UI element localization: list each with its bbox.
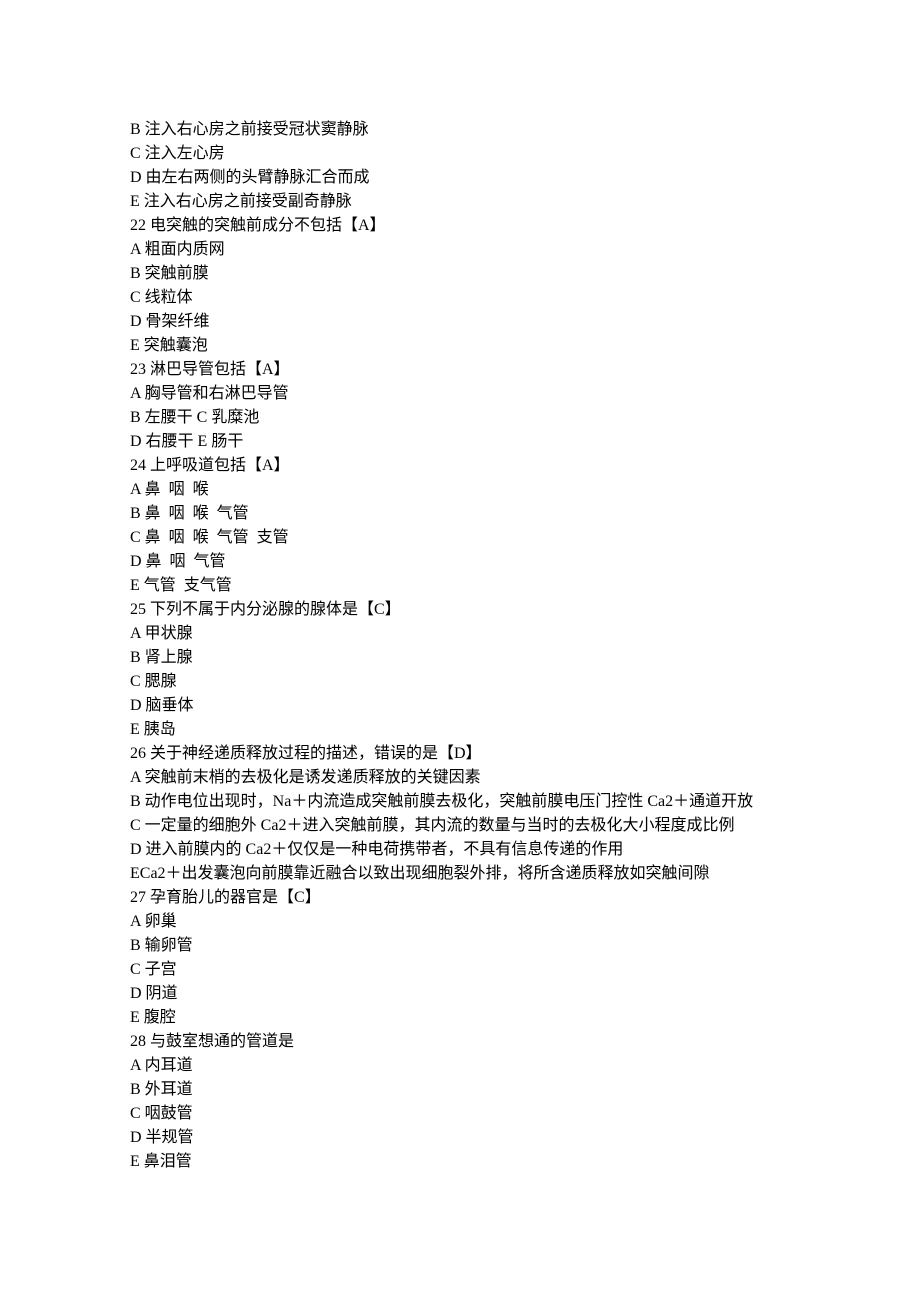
text-line: 28 与鼓室想通的管道是 (130, 1030, 790, 1054)
text-line: C 子宫 (130, 958, 790, 982)
text-line: C 一定量的细胞外 Ca2＋进入突触前膜，其内流的数量与当时的去极化大小程度成比… (130, 814, 790, 838)
text-line: E 腹腔 (130, 1006, 790, 1030)
text-line: C 咽鼓管 (130, 1102, 790, 1126)
text-line: 25 下列不属于内分泌腺的腺体是【C】 (130, 598, 790, 622)
text-line: D 鼻 咽 气管 (130, 550, 790, 574)
document-page: B 注入右心房之前接受冠状窦静脉 C 注入左心房 D 由左右两侧的头臂静脉汇合而… (0, 0, 920, 1302)
text-line: B 鼻 咽 喉 气管 (130, 502, 790, 526)
text-line: D 脑垂体 (130, 694, 790, 718)
text-line: A 鼻 咽 喉 (130, 478, 790, 502)
text-line: A 内耳道 (130, 1054, 790, 1078)
text-line: A 突触前末梢的去极化是诱发递质释放的关键因素 (130, 766, 790, 790)
text-line: D 进入前膜内的 Ca2＋仅仅是一种电荷携带者，不具有信息传递的作用 (130, 838, 790, 862)
text-line: D 右腰干 E 肠干 (130, 430, 790, 454)
text-line: ECa2＋出发囊泡向前膜靠近融合以致出现细胞裂外排，将所含递质释放如突触间隙 (130, 862, 790, 886)
text-line: E 注入右心房之前接受副奇静脉 (130, 190, 790, 214)
text-line: C 腮腺 (130, 670, 790, 694)
text-line: C 鼻 咽 喉 气管 支管 (130, 526, 790, 550)
text-line: D 由左右两侧的头臂静脉汇合而成 (130, 166, 790, 190)
text-line: B 注入右心房之前接受冠状窦静脉 (130, 118, 790, 142)
text-line: 26 关于神经递质释放过程的描述，错误的是【D】 (130, 742, 790, 766)
text-line: D 骨架纤维 (130, 310, 790, 334)
text-line: C 注入左心房 (130, 142, 790, 166)
text-line: B 外耳道 (130, 1078, 790, 1102)
text-line: 27 孕育胎儿的器官是【C】 (130, 886, 790, 910)
text-line: E 气管 支气管 (130, 574, 790, 598)
text-line: E 胰岛 (130, 718, 790, 742)
text-line: B 肾上腺 (130, 646, 790, 670)
text-line: 22 电突触的突触前成分不包括【A】 (130, 214, 790, 238)
text-line: D 半规管 (130, 1126, 790, 1150)
text-line: E 鼻泪管 (130, 1150, 790, 1174)
text-line: B 输卵管 (130, 934, 790, 958)
text-line: B 左腰干 C 乳糜池 (130, 406, 790, 430)
text-line: C 线粒体 (130, 286, 790, 310)
text-line: 23 淋巴导管包括【A】 (130, 358, 790, 382)
text-line: D 阴道 (130, 982, 790, 1006)
text-line: B 动作电位出现时，Na＋内流造成突触前膜去极化，突触前膜电压门控性 Ca2＋通… (130, 790, 790, 814)
text-line: A 粗面内质网 (130, 238, 790, 262)
text-line: A 胸导管和右淋巴导管 (130, 382, 790, 406)
text-line: A 甲状腺 (130, 622, 790, 646)
text-line: B 突触前膜 (130, 262, 790, 286)
text-line: 24 上呼吸道包括【A】 (130, 454, 790, 478)
text-line: E 突触囊泡 (130, 334, 790, 358)
text-line: A 卵巢 (130, 910, 790, 934)
